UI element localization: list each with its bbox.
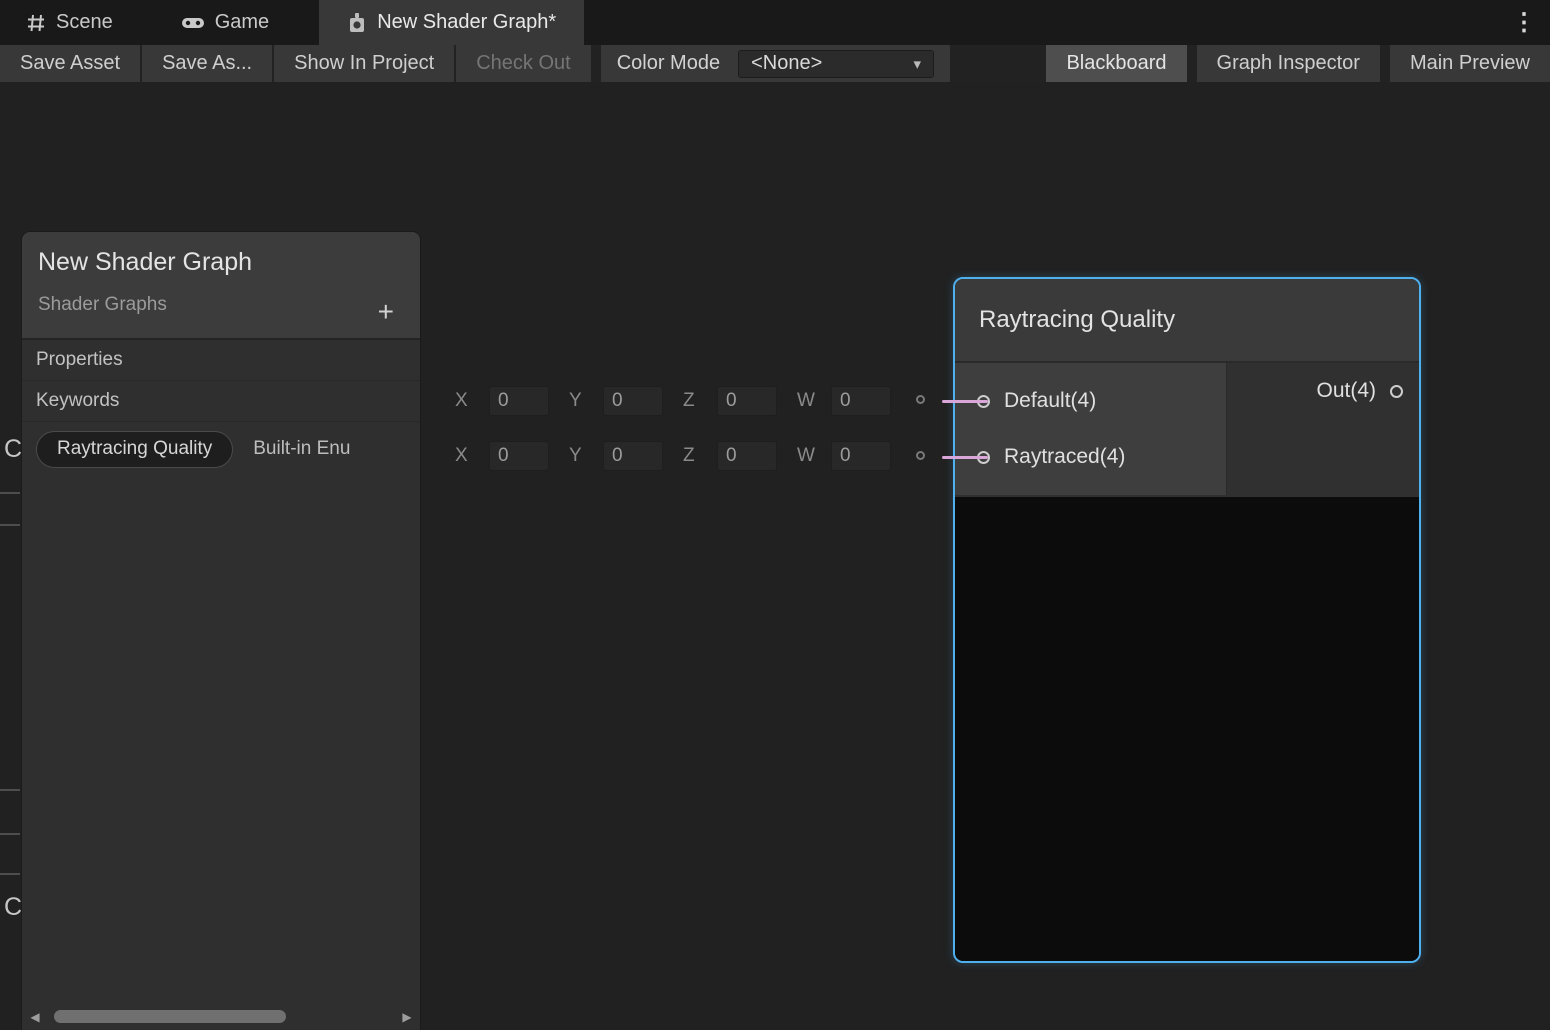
z-input[interactable] [717,386,777,416]
y-label: Y [569,390,603,412]
x-input[interactable] [489,441,549,471]
save-asset-button[interactable]: Save Asset [0,45,140,82]
vector-field: X [455,386,549,416]
vector-field: Z [683,386,777,416]
tab-shader-graph-label: New Shader Graph* [377,11,556,34]
color-mode-group: Color Mode <None> ▾ [601,45,950,82]
vector-field: W [797,441,891,471]
scrollbar-thumb[interactable] [54,1010,286,1023]
default-input-port-label: Default(4) [1004,389,1096,413]
clipped-node-fragment [0,492,20,494]
add-property-button[interactable]: + [378,302,394,322]
y-label: Y [569,445,603,467]
node-input-ports: Default(4) Raytraced(4) [955,363,1227,495]
vector-field: X [455,441,549,471]
node-output-ports: Out(4) [1227,363,1419,495]
w-label: W [797,390,831,412]
raytraced-input-port-label: Raytraced(4) [1004,445,1125,469]
clipped-node-title: C [4,893,22,922]
vector4-field-row: X Y Z W [455,386,911,416]
node-header[interactable]: Raytracing Quality [955,279,1419,363]
y-input[interactable] [603,386,663,416]
node-port-area: Default(4) Raytraced(4) Out(4) [955,363,1419,495]
output-port-row: Out(4) [1227,363,1419,419]
out-port-label: Out(4) [1316,379,1376,403]
x-label: X [455,445,489,467]
raytracing-quality-node[interactable]: Raytracing Quality Default(4) Raytraced(… [953,277,1421,963]
vector-field: W [797,386,891,416]
gamepad-icon [181,16,205,30]
chevron-down-icon: ▾ [914,55,922,73]
color-mode-dropdown[interactable]: <None> ▾ [738,50,934,78]
x-input[interactable] [489,386,549,416]
tab-game-label: Game [215,11,269,34]
check-out-button: Check Out [456,45,590,82]
inline-output-port[interactable] [916,395,925,404]
input-port-row: Raytraced(4) [955,429,1226,485]
clipped-node-fragment [0,873,20,875]
window-menu-icon[interactable]: ⋮ [1512,0,1536,45]
y-input[interactable] [603,441,663,471]
blackboard-section-properties: Properties [22,340,420,381]
blackboard-subtitle: Shader Graphs [38,294,404,316]
clipped-node-fragment [0,789,20,791]
vector-field: Z [683,441,777,471]
keywords-section-label: Keywords [36,390,119,412]
main-preview-toggle-button[interactable]: Main Preview [1390,45,1550,82]
x-label: X [455,390,489,412]
keyword-row: Raytracing Quality Built-in Enu [22,422,420,476]
out-port-icon[interactable] [1390,385,1403,398]
properties-section-label: Properties [36,349,123,371]
scene-grid-icon [26,13,46,33]
z-label: Z [683,390,717,412]
editor-tab-bar: Scene Game New Shader Graph* ⋮ [0,0,1550,45]
node-preview-area [955,497,1419,961]
tab-scene[interactable]: Scene [6,0,133,45]
scroll-right-icon[interactable]: ▶ [394,1010,420,1024]
vector-field: Y [569,441,663,471]
edge-to-raytraced-port[interactable] [942,456,988,459]
input-port-row: Default(4) [955,373,1226,429]
z-label: Z [683,445,717,467]
blackboard-header: New Shader Graph Shader Graphs + [22,232,420,340]
blackboard-section-keywords: Keywords [22,381,420,422]
scroll-left-icon[interactable]: ◀ [22,1010,48,1024]
z-input[interactable] [717,441,777,471]
keyword-pill-label: Raytracing Quality [57,438,212,460]
toolbar-right-group: Blackboard Graph Inspector Main Preview [1036,45,1550,82]
clipped-node-fragment [0,524,20,526]
shader-graph-asset-icon [347,12,367,34]
edge-to-default-port[interactable] [942,400,988,403]
inline-output-port[interactable] [916,451,925,460]
blackboard-title: New Shader Graph [38,248,404,277]
graph-inspector-toggle-button[interactable]: Graph Inspector [1197,45,1380,82]
raytracing-quality-keyword-pill[interactable]: Raytracing Quality [36,431,233,468]
show-in-project-button[interactable]: Show In Project [274,45,454,82]
blackboard-horizontal-scrollbar[interactable]: ◀ ▶ [22,1004,420,1030]
w-input[interactable] [831,441,891,471]
tab-shader-graph[interactable]: New Shader Graph* [319,0,584,45]
vector-field: Y [569,386,663,416]
vector4-field-row: X Y Z W [455,441,911,471]
shader-graph-toolbar: Save Asset Save As... Show In Project Ch… [0,45,1550,82]
clipped-node-title: C [4,435,22,464]
tab-game[interactable]: Game [161,0,289,45]
color-mode-value: <None> [751,52,822,75]
shader-graph-window: Scene Game New Shader Graph* ⋮ Save Asse… [0,0,1550,1030]
blackboard-toggle-button[interactable]: Blackboard [1046,45,1186,82]
w-label: W [797,445,831,467]
tab-scene-label: Scene [56,11,113,34]
blackboard-panel: New Shader Graph Shader Graphs + Propert… [22,232,420,1030]
w-input[interactable] [831,386,891,416]
scrollbar-track[interactable] [48,1010,394,1024]
node-title: Raytracing Quality [979,306,1175,334]
keyword-type-label: Built-in Enu [253,438,350,460]
clipped-node-fragment [0,833,20,835]
save-as-button[interactable]: Save As... [142,45,272,82]
color-mode-label: Color Mode [617,52,720,75]
